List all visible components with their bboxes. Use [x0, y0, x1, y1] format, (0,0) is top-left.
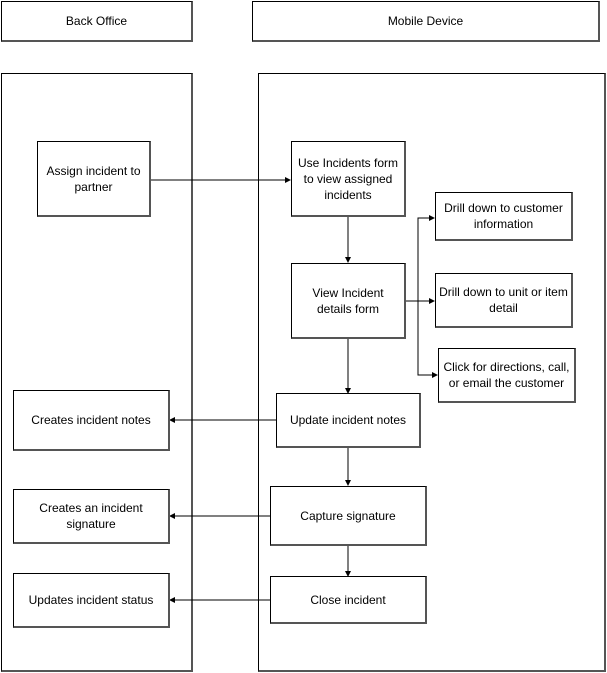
node-click-directions: Click for directions, call, or email the… — [438, 348, 576, 403]
node-close-incident: Close incident — [270, 576, 427, 624]
edge-branch-drill-customer — [417, 215, 435, 301]
node-use-incidents-form: Use Incidents form to view assigned inci… — [291, 141, 406, 217]
node-drill-customer: Drill down to customer information — [435, 192, 573, 241]
node-updates-incident-status: Updates incident status — [13, 573, 170, 628]
node-capture-signature: Capture signature — [270, 486, 427, 546]
node-update-incident-notes: Update incident notes — [276, 393, 421, 448]
node-view-incident-details: View Incident details form — [291, 263, 406, 339]
node-creates-incident-signature: Creates an incident signature — [13, 489, 170, 544]
node-creates-incident-notes: Creates incident notes — [13, 390, 170, 451]
node-drill-unit: Drill down to unit or item detail — [435, 273, 573, 328]
node-assign-incident: Assign incident to partner — [37, 141, 151, 217]
